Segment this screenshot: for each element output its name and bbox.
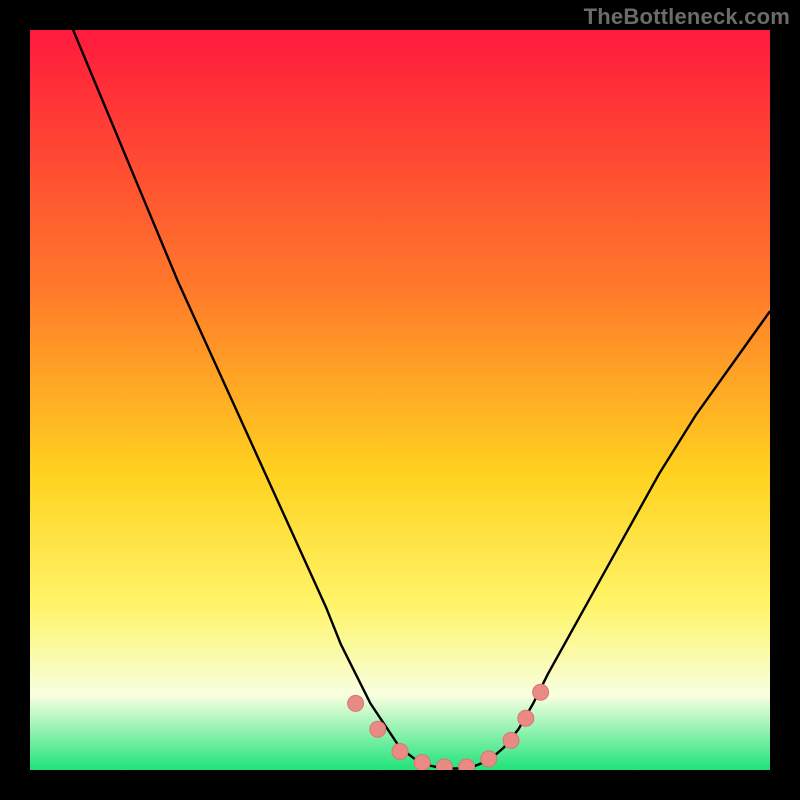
curve-marker xyxy=(533,684,549,700)
chart-svg xyxy=(30,30,770,770)
curve-marker xyxy=(436,759,452,770)
curve-marker xyxy=(481,751,497,767)
watermark-text: TheBottleneck.com xyxy=(584,4,790,30)
bottleneck-chart xyxy=(30,30,770,770)
curve-marker xyxy=(503,732,519,748)
chart-frame: TheBottleneck.com xyxy=(0,0,800,800)
curve-marker xyxy=(392,744,408,760)
curve-marker xyxy=(459,759,475,770)
curve-marker xyxy=(518,710,534,726)
gradient-background xyxy=(30,30,770,770)
curve-marker xyxy=(348,695,364,711)
curve-marker xyxy=(370,721,386,737)
curve-marker xyxy=(414,755,430,770)
